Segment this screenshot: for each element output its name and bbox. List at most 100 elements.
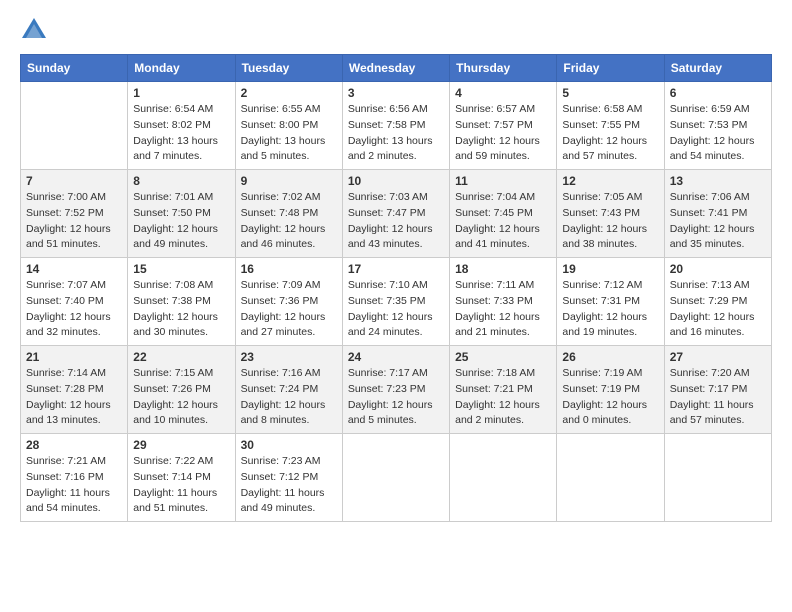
calendar-cell: 25 Sunrise: 7:18 AM Sunset: 7:21 PM Dayli…: [450, 346, 557, 434]
calendar-cell: 1 Sunrise: 6:54 AM Sunset: 8:02 PM Daylig…: [128, 82, 235, 170]
day-info: Sunrise: 6:56 AM Sunset: 7:58 PM Dayligh…: [348, 102, 444, 165]
calendar-cell: 14 Sunrise: 7:07 AM Sunset: 7:40 PM Dayli…: [21, 258, 128, 346]
day-info: Sunrise: 6:59 AM Sunset: 7:53 PM Dayligh…: [670, 102, 766, 165]
day-info: Sunrise: 6:54 AM Sunset: 8:02 PM Dayligh…: [133, 102, 229, 165]
calendar-cell: [664, 434, 771, 522]
day-info: Sunrise: 7:18 AM Sunset: 7:21 PM Dayligh…: [455, 366, 551, 429]
day-number: 17: [348, 262, 444, 276]
calendar-cell: 8Sunrise: 7:01 AM Sunset: 7:50 PM Daylig…: [128, 170, 235, 258]
day-number: 7: [26, 174, 122, 188]
calendar-cell: 29 Sunrise: 7:22 AM Sunset: 7:14 PM Dayli…: [128, 434, 235, 522]
day-info: Sunrise: 7:06 AM Sunset: 7:41 PM Dayligh…: [670, 190, 766, 253]
calendar-cell: 10 Sunrise: 7:03 AM Sunset: 7:47 PM Dayli…: [342, 170, 449, 258]
day-info: Sunrise: 7:23 AM Sunset: 7:12 PM Dayligh…: [241, 454, 337, 517]
calendar-week-4: 21 Sunrise: 7:14 AM Sunset: 7:28 PM Dayli…: [21, 346, 772, 434]
calendar-body: 1 Sunrise: 6:54 AM Sunset: 8:02 PM Daylig…: [21, 82, 772, 522]
day-number: 24: [348, 350, 444, 364]
day-info: Sunrise: 7:13 AM Sunset: 7:29 PM Dayligh…: [670, 278, 766, 341]
calendar-cell: 11 Sunrise: 7:04 AM Sunset: 7:45 PM Dayli…: [450, 170, 557, 258]
day-info: Sunrise: 7:00 AM Sunset: 7:52 PM Dayligh…: [26, 190, 122, 253]
day-number: 13: [670, 174, 766, 188]
calendar-cell: 20 Sunrise: 7:13 AM Sunset: 7:29 PM Dayli…: [664, 258, 771, 346]
day-number: 9: [241, 174, 337, 188]
calendar-cell: 30 Sunrise: 7:23 AM Sunset: 7:12 PM Dayli…: [235, 434, 342, 522]
day-number: 3: [348, 86, 444, 100]
day-info: Sunrise: 7:19 AM Sunset: 7:19 PM Dayligh…: [562, 366, 658, 429]
day-number: 26: [562, 350, 658, 364]
calendar-cell: 27 Sunrise: 7:20 AM Sunset: 7:17 PM Dayli…: [664, 346, 771, 434]
day-number: 30: [241, 438, 337, 452]
calendar-cell: [450, 434, 557, 522]
day-number: 1: [133, 86, 229, 100]
column-header-wednesday: Wednesday: [342, 55, 449, 82]
day-info: Sunrise: 7:11 AM Sunset: 7:33 PM Dayligh…: [455, 278, 551, 341]
day-number: 12: [562, 174, 658, 188]
column-header-friday: Friday: [557, 55, 664, 82]
day-info: Sunrise: 7:08 AM Sunset: 7:38 PM Dayligh…: [133, 278, 229, 341]
day-number: 21: [26, 350, 122, 364]
day-number: 14: [26, 262, 122, 276]
calendar-cell: 3 Sunrise: 6:56 AM Sunset: 7:58 PM Daylig…: [342, 82, 449, 170]
day-info: Sunrise: 7:05 AM Sunset: 7:43 PM Dayligh…: [562, 190, 658, 253]
day-number: 25: [455, 350, 551, 364]
calendar-cell: 5Sunrise: 6:58 AM Sunset: 7:55 PM Daylig…: [557, 82, 664, 170]
day-info: Sunrise: 6:57 AM Sunset: 7:57 PM Dayligh…: [455, 102, 551, 165]
day-info: Sunrise: 7:16 AM Sunset: 7:24 PM Dayligh…: [241, 366, 337, 429]
day-number: 10: [348, 174, 444, 188]
calendar-cell: 9 Sunrise: 7:02 AM Sunset: 7:48 PM Daylig…: [235, 170, 342, 258]
day-number: 2: [241, 86, 337, 100]
calendar-cell: 7 Sunrise: 7:00 AM Sunset: 7:52 PM Daylig…: [21, 170, 128, 258]
column-header-tuesday: Tuesday: [235, 55, 342, 82]
day-number: 4: [455, 86, 551, 100]
column-header-sunday: Sunday: [21, 55, 128, 82]
column-header-monday: Monday: [128, 55, 235, 82]
page-header: [20, 16, 772, 44]
calendar-cell: [21, 82, 128, 170]
day-number: 28: [26, 438, 122, 452]
day-info: Sunrise: 7:20 AM Sunset: 7:17 PM Dayligh…: [670, 366, 766, 429]
day-number: 27: [670, 350, 766, 364]
day-number: 16: [241, 262, 337, 276]
calendar-week-1: 1 Sunrise: 6:54 AM Sunset: 8:02 PM Daylig…: [21, 82, 772, 170]
calendar-cell: 17 Sunrise: 7:10 AM Sunset: 7:35 PM Dayli…: [342, 258, 449, 346]
logo: [20, 16, 52, 44]
calendar-cell: 19 Sunrise: 7:12 AM Sunset: 7:31 PM Dayli…: [557, 258, 664, 346]
calendar-cell: [557, 434, 664, 522]
day-info: Sunrise: 7:07 AM Sunset: 7:40 PM Dayligh…: [26, 278, 122, 341]
calendar-cell: 26 Sunrise: 7:19 AM Sunset: 7:19 PM Dayli…: [557, 346, 664, 434]
calendar-week-3: 14 Sunrise: 7:07 AM Sunset: 7:40 PM Dayli…: [21, 258, 772, 346]
day-info: Sunrise: 7:17 AM Sunset: 7:23 PM Dayligh…: [348, 366, 444, 429]
day-number: 5: [562, 86, 658, 100]
calendar-cell: 28 Sunrise: 7:21 AM Sunset: 7:16 PM Dayli…: [21, 434, 128, 522]
day-info: Sunrise: 7:03 AM Sunset: 7:47 PM Dayligh…: [348, 190, 444, 253]
calendar-cell: [342, 434, 449, 522]
day-number: 19: [562, 262, 658, 276]
calendar-cell: 4 Sunrise: 6:57 AM Sunset: 7:57 PM Daylig…: [450, 82, 557, 170]
day-info: Sunrise: 7:12 AM Sunset: 7:31 PM Dayligh…: [562, 278, 658, 341]
column-header-thursday: Thursday: [450, 55, 557, 82]
calendar-cell: 21 Sunrise: 7:14 AM Sunset: 7:28 PM Dayli…: [21, 346, 128, 434]
calendar-week-5: 28 Sunrise: 7:21 AM Sunset: 7:16 PM Dayli…: [21, 434, 772, 522]
day-number: 15: [133, 262, 229, 276]
logo-icon: [20, 16, 48, 44]
calendar-cell: 22 Sunrise: 7:15 AM Sunset: 7:26 PM Dayli…: [128, 346, 235, 434]
calendar-cell: 18 Sunrise: 7:11 AM Sunset: 7:33 PM Dayli…: [450, 258, 557, 346]
day-info: Sunrise: 7:15 AM Sunset: 7:26 PM Dayligh…: [133, 366, 229, 429]
day-info: Sunrise: 7:04 AM Sunset: 7:45 PM Dayligh…: [455, 190, 551, 253]
calendar-cell: 12 Sunrise: 7:05 AM Sunset: 7:43 PM Dayli…: [557, 170, 664, 258]
day-info: Sunrise: 7:14 AM Sunset: 7:28 PM Dayligh…: [26, 366, 122, 429]
calendar-header: SundayMondayTuesdayWednesdayThursdayFrid…: [21, 55, 772, 82]
day-info: Sunrise: 7:01 AM Sunset: 7:50 PM Dayligh…: [133, 190, 229, 253]
day-number: 29: [133, 438, 229, 452]
day-info: Sunrise: 7:22 AM Sunset: 7:14 PM Dayligh…: [133, 454, 229, 517]
day-number: 6: [670, 86, 766, 100]
day-info: Sunrise: 7:10 AM Sunset: 7:35 PM Dayligh…: [348, 278, 444, 341]
day-info: Sunrise: 7:09 AM Sunset: 7:36 PM Dayligh…: [241, 278, 337, 341]
day-number: 18: [455, 262, 551, 276]
day-info: Sunrise: 7:02 AM Sunset: 7:48 PM Dayligh…: [241, 190, 337, 253]
day-number: 22: [133, 350, 229, 364]
day-number: 11: [455, 174, 551, 188]
calendar-cell: 24 Sunrise: 7:17 AM Sunset: 7:23 PM Dayli…: [342, 346, 449, 434]
day-info: Sunrise: 7:21 AM Sunset: 7:16 PM Dayligh…: [26, 454, 122, 517]
day-number: 20: [670, 262, 766, 276]
